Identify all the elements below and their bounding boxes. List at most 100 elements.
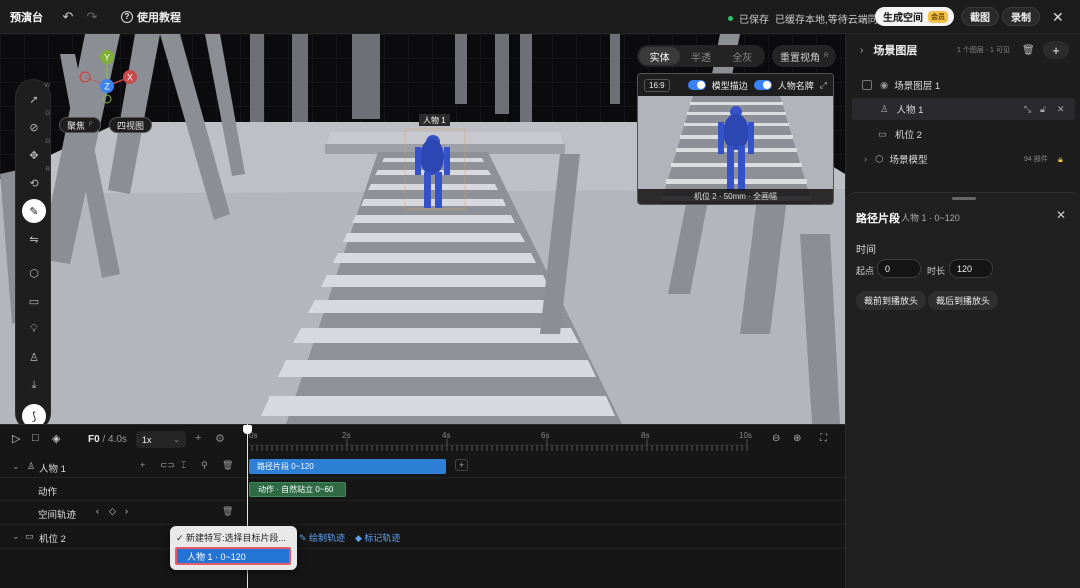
next-key-icon[interactable]: › <box>125 506 128 516</box>
eye-icon[interactable]: ◉ <box>880 80 888 91</box>
playhead-handle[interactable] <box>243 425 252 434</box>
view-mode-gray[interactable]: 全灰 <box>722 47 763 65</box>
prev-key-icon[interactable]: ‹ <box>96 506 99 516</box>
add-layer-button[interactable]: + <box>1043 41 1069 59</box>
time-ruler[interactable]: 0s 2s 4s 6s 8s 10s <box>247 425 759 453</box>
nameplate-toggle[interactable] <box>753 80 772 90</box>
close-icon[interactable]: ✕ <box>1052 9 1064 26</box>
trash-icon[interactable]: 🗑︎ <box>222 460 233 471</box>
path-tool-icon[interactable]: ✎ <box>22 199 46 223</box>
frame-readout: F0 / 4.0s <box>88 434 127 445</box>
remove-icon[interactable]: ✕ <box>1057 104 1065 115</box>
import-tool-icon[interactable]: ⤓ <box>22 373 46 397</box>
nameplate-label: 人物名牌 <box>777 80 814 91</box>
action-clip[interactable]: 动作 · 自然站立 0~60 <box>249 482 346 497</box>
tutorial-button[interactable]: ? 使用教程 <box>121 9 181 25</box>
time-section-title: 时间 <box>856 245 876 256</box>
layer-item-scene-model[interactable]: › ⬡ 场景模型 94 部件 🔒︎ <box>852 148 1075 170</box>
generate-space-button[interactable]: 生成空间 会员 <box>875 7 954 26</box>
chevron-down-icon[interactable]: ⌄ <box>12 531 20 542</box>
four-view-button[interactable]: 四视图 <box>109 117 153 133</box>
scene-viewport[interactable]: ➚ W ⊘ G ✥ G ⟲ R ✎ ⇋ ⬡ ▭ 💡︎ ♙ ⤓ ⟆ Y X Z 聚焦 F … <box>0 34 845 424</box>
stop-icon[interactable]: □ <box>32 432 39 444</box>
person-tool-icon[interactable]: ♙ <box>22 345 46 369</box>
trim-after-button[interactable]: 裁后到播放头 <box>928 291 999 310</box>
keyframe-icon[interactable]: ◈ <box>52 432 60 445</box>
select-tool-icon[interactable]: ➚ W <box>22 83 50 111</box>
add-icon[interactable]: + <box>140 460 145 470</box>
link-icon[interactable]: ⊂⊃ <box>160 460 175 471</box>
settings-icon[interactable]: ⚙︎ <box>215 432 225 445</box>
screenshot-button[interactable]: 截图 <box>961 7 999 26</box>
layer-item-scene-layer[interactable]: ◉ 场景图层 1 <box>852 74 1075 96</box>
track-row-spatial-path[interactable]: 空间轨迹 ‹ ◇ › 🗑︎ <box>0 501 845 525</box>
split-icon[interactable]: ⌶ <box>181 460 186 471</box>
duration-input[interactable]: 120 <box>949 259 993 278</box>
add-icon[interactable]: + <box>195 432 201 444</box>
path-clip[interactable]: 路径片段 0~120 <box>249 459 446 474</box>
pin-icon[interactable]: ⚲ <box>201 460 208 471</box>
layers-meta: 1 个图层 · 1 可见 <box>957 47 1010 54</box>
record-button[interactable]: 录制 <box>1002 7 1040 26</box>
sync-status-label: 已缓存本地,等待云端同步 <box>775 15 888 26</box>
axis-gizmo[interactable]: Y X Z <box>75 46 145 106</box>
mirror-tool-icon[interactable]: ⇋ <box>22 227 46 251</box>
trash-icon[interactable]: 🗑︎ <box>1022 45 1035 56</box>
menu-item-target-clip[interactable]: 人物 1 · 0~120 <box>175 547 291 565</box>
track-row-action[interactable]: 动作 动作 · 自然站立 0~60 <box>0 478 845 501</box>
view-mode-translucent[interactable]: 半透 <box>680 47 721 65</box>
layer-item-character[interactable]: ♙ 人物 1 ⤡ 🔓︎ ✕ <box>852 98 1075 120</box>
focus-key: F <box>89 122 93 128</box>
checkbox[interactable] <box>862 80 872 90</box>
lock-icon[interactable]: 🔒︎ <box>1058 154 1063 165</box>
lock-icon[interactable]: 🔓︎ <box>1040 104 1046 115</box>
reset-view-label: 重置视角 <box>780 52 820 64</box>
camera-tool-icon[interactable]: ▭ <box>22 289 46 313</box>
preview-toolbar: 16:9 模型描边 人物名牌 ⤢ <box>638 74 833 96</box>
outline-toggle[interactable] <box>687 80 706 90</box>
zoom-out-icon[interactable]: ⊖ <box>772 433 780 444</box>
reset-view-button[interactable]: 重置视角 R <box>772 45 837 67</box>
shortcut-key: G <box>45 139 50 145</box>
add-clip-icon[interactable]: + <box>455 459 469 471</box>
expand-icon[interactable]: ⤢ <box>820 80 827 91</box>
speed-select[interactable]: 1x ⌄ <box>136 431 186 448</box>
move-tool-icon[interactable]: ✥ G <box>22 139 50 167</box>
path-icon[interactable]: ⤡ <box>1024 104 1031 115</box>
layer-item-camera[interactable]: ▭ 机位 2 <box>852 123 1075 145</box>
keyframe-icon[interactable]: ◇ <box>109 506 116 517</box>
menu-item-label: 新建特写:选择目标片段... <box>186 533 287 543</box>
aspect-ratio-button[interactable]: 16:9 <box>644 78 670 92</box>
zoom-in-icon[interactable]: ⊕ <box>793 433 801 444</box>
fit-icon[interactable]: ⛶ <box>820 433 827 444</box>
start-input[interactable]: 0 <box>877 259 921 278</box>
drag-handle[interactable] <box>952 197 976 200</box>
layer-label: 场景图层 1 <box>894 81 941 92</box>
trash-icon[interactable]: 🗑︎ <box>222 506 233 517</box>
camera-icon: ▭ <box>878 128 887 140</box>
track-row-character[interactable]: ⌄ ♙ 人物 1 + ⊂⊃ ⌶ ⚲ 🗑︎ 路径片段 0~120 + <box>0 455 845 478</box>
track-row-camera[interactable]: ⌄ ▭ 机位 2 <box>0 525 845 549</box>
orbit-tool-icon[interactable]: ⊘ G <box>22 111 50 139</box>
redo-icon[interactable]: ↷ <box>83 8 101 26</box>
mark-track-button[interactable]: ◆ 标记轨迹 <box>355 531 400 544</box>
menu-item-new-closeup[interactable]: ✓ 新建特写:选择目标片段... <box>176 531 286 544</box>
play-icon[interactable]: ▷ <box>12 432 20 445</box>
chevron-right-icon[interactable]: › <box>864 154 867 165</box>
vip-badge: 会员 <box>928 10 948 23</box>
close-icon[interactable]: ✕ <box>1056 208 1066 222</box>
chevron-right-icon[interactable]: › <box>860 45 863 56</box>
cube-tool-icon[interactable]: ⬡ <box>22 261 46 285</box>
rotate-tool-icon[interactable]: ⟲ R <box>22 167 50 195</box>
route-tool-icon[interactable]: ⟆ <box>22 404 46 424</box>
draw-track-button[interactable]: ✎ 绘制轨迹 <box>299 531 345 544</box>
view-mode-solid[interactable]: 实体 <box>639 47 681 65</box>
light-tool-icon[interactable]: 💡︎ <box>22 317 46 341</box>
focus-button[interactable]: 聚焦 F <box>59 117 101 133</box>
chevron-down-icon[interactable]: ⌄ <box>12 461 20 472</box>
tutorial-label: 使用教程 <box>137 11 181 24</box>
trim-before-button[interactable]: 裁前到播放头 <box>856 291 927 310</box>
undo-icon[interactable]: ↶ <box>59 8 77 26</box>
view-mode-switch: 实体 半透 全灰 <box>637 45 765 67</box>
props-subtitle: 人物 1 · 0~120 <box>901 213 960 223</box>
